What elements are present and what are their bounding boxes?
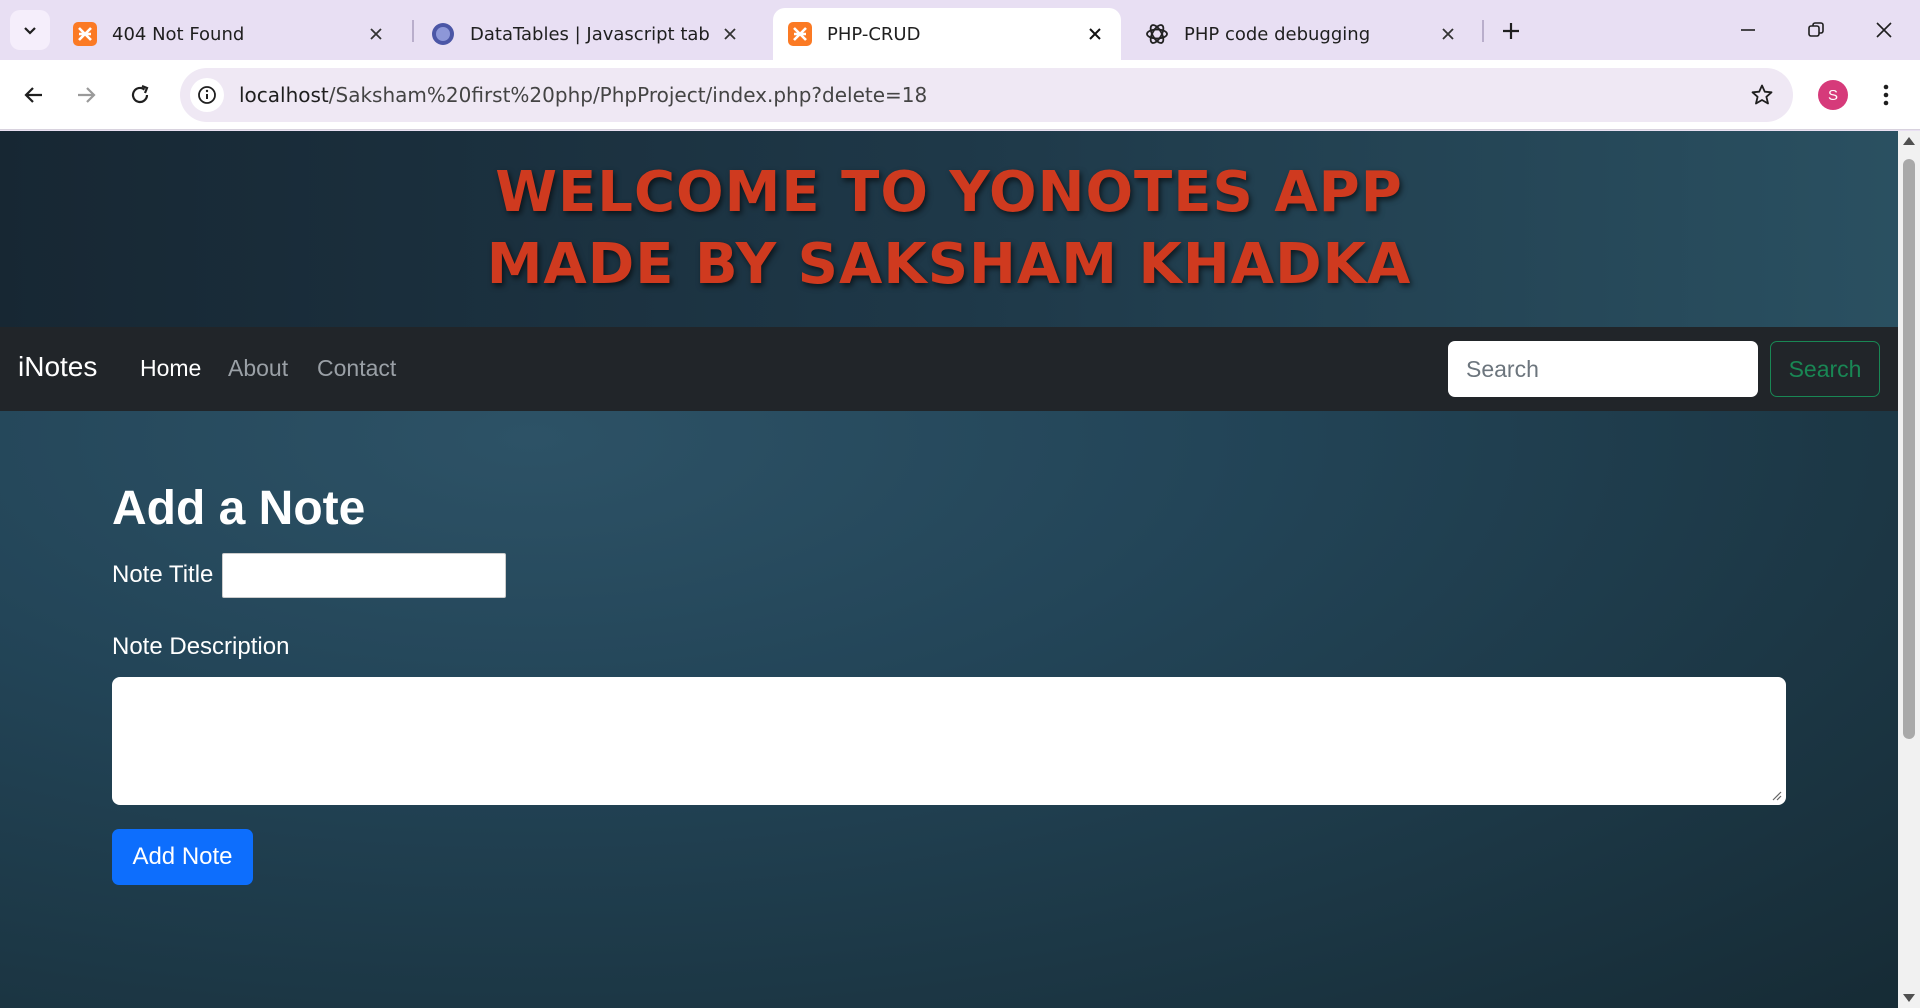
hero-title-line-1: WELCOME TO YONOTES APP xyxy=(495,160,1403,225)
profile-initial: S xyxy=(1827,86,1838,104)
tab-title: PHP code debugging xyxy=(1184,23,1371,45)
note-title-label: Note Title xyxy=(112,561,214,588)
new-tab-button[interactable] xyxy=(1494,14,1528,48)
forward-button[interactable] xyxy=(64,73,108,117)
note-description-textarea[interactable] xyxy=(112,677,1786,805)
xampp-icon xyxy=(72,21,98,47)
url-path: /Saksham%20first%20php/PhpProject/index.… xyxy=(328,83,928,107)
note-title-input[interactable] xyxy=(222,553,506,598)
restore-icon xyxy=(1808,22,1824,37)
tab-title: PHP-CRUD xyxy=(827,23,921,45)
page-viewport: WELCOME TO YONOTES APP MADE BY SAKSHAM K… xyxy=(0,131,1898,1008)
arrow-left-icon xyxy=(24,87,42,103)
xampp-icon xyxy=(787,21,813,47)
site-navbar: iNotes Home About Contact Search Search xyxy=(0,327,1898,411)
tab-php-code-debugging[interactable]: PHP code debugging xyxy=(1130,8,1474,60)
back-button[interactable] xyxy=(12,73,56,117)
reload-icon xyxy=(131,84,149,104)
hero-title-line-2: MADE BY SAKSHAM KHADKA xyxy=(486,232,1412,297)
add-note-button[interactable]: Add Note xyxy=(112,829,253,885)
reload-button[interactable] xyxy=(118,73,162,117)
search-button[interactable]: Search xyxy=(1770,341,1880,397)
resize-grip-icon[interactable] xyxy=(1770,789,1782,801)
site-info-icon[interactable] xyxy=(190,78,224,112)
close-window-button[interactable] xyxy=(1854,8,1914,52)
navbar-brand[interactable]: iNotes xyxy=(18,351,97,383)
nav-link-contact[interactable]: Contact xyxy=(317,355,396,382)
tab-divider xyxy=(1482,20,1484,42)
close-icon xyxy=(1876,22,1892,38)
plus-icon xyxy=(1503,23,1519,39)
close-icon[interactable] xyxy=(718,22,742,46)
arrow-right-icon xyxy=(78,87,96,103)
minimize-button[interactable] xyxy=(1718,8,1778,52)
form-heading: Add a Note xyxy=(112,482,366,535)
tab-404-not-found[interactable]: 404 Not Found xyxy=(58,8,402,60)
address-bar[interactable]: localhost/Saksham%20first%20php/PhpProje… xyxy=(180,68,1793,122)
scrollbar-thumb[interactable] xyxy=(1903,159,1915,739)
search-input[interactable]: Search xyxy=(1448,341,1758,397)
tab-search-button[interactable] xyxy=(10,10,50,50)
minimize-icon xyxy=(1741,29,1755,31)
url-text: localhost/Saksham%20first%20php/PhpProje… xyxy=(239,83,927,107)
restore-button[interactable] xyxy=(1786,8,1846,52)
tab-php-crud[interactable]: PHP-CRUD xyxy=(773,8,1121,60)
scroll-up-arrow-icon[interactable] xyxy=(1902,135,1916,147)
nav-link-home[interactable]: Home xyxy=(140,355,201,382)
url-host: localhost xyxy=(239,83,329,107)
tab-title: DataTables | Javascript table libr xyxy=(470,23,710,45)
tab-title: 404 Not Found xyxy=(112,23,245,45)
browser-toolbar: localhost/Saksham%20first%20php/PhpProje… xyxy=(0,60,1920,130)
tab-divider xyxy=(412,20,414,42)
note-description-label: Note Description xyxy=(112,633,290,660)
datatables-icon xyxy=(430,21,456,47)
profile-avatar[interactable]: S xyxy=(1818,80,1848,110)
nav-link-about[interactable]: About xyxy=(228,355,288,382)
bookmark-star-icon[interactable] xyxy=(1745,78,1779,112)
close-icon[interactable] xyxy=(1083,22,1107,46)
tab-datatables[interactable]: DataTables | Javascript table libr xyxy=(416,8,756,60)
scroll-down-arrow-icon[interactable] xyxy=(1902,992,1916,1004)
hero-banner: WELCOME TO YONOTES APP MADE BY SAKSHAM K… xyxy=(0,131,1898,327)
browser-menu-button[interactable] xyxy=(1868,77,1904,113)
close-icon[interactable] xyxy=(1436,22,1460,46)
tab-strip: 404 Not Found DataTables | Javascript ta… xyxy=(0,0,1920,60)
chevron-down-icon xyxy=(24,27,36,35)
close-icon[interactable] xyxy=(364,22,388,46)
chatgpt-icon xyxy=(1144,21,1170,47)
page-scrollbar[interactable] xyxy=(1898,131,1920,1008)
more-vertical-icon xyxy=(1883,84,1889,106)
